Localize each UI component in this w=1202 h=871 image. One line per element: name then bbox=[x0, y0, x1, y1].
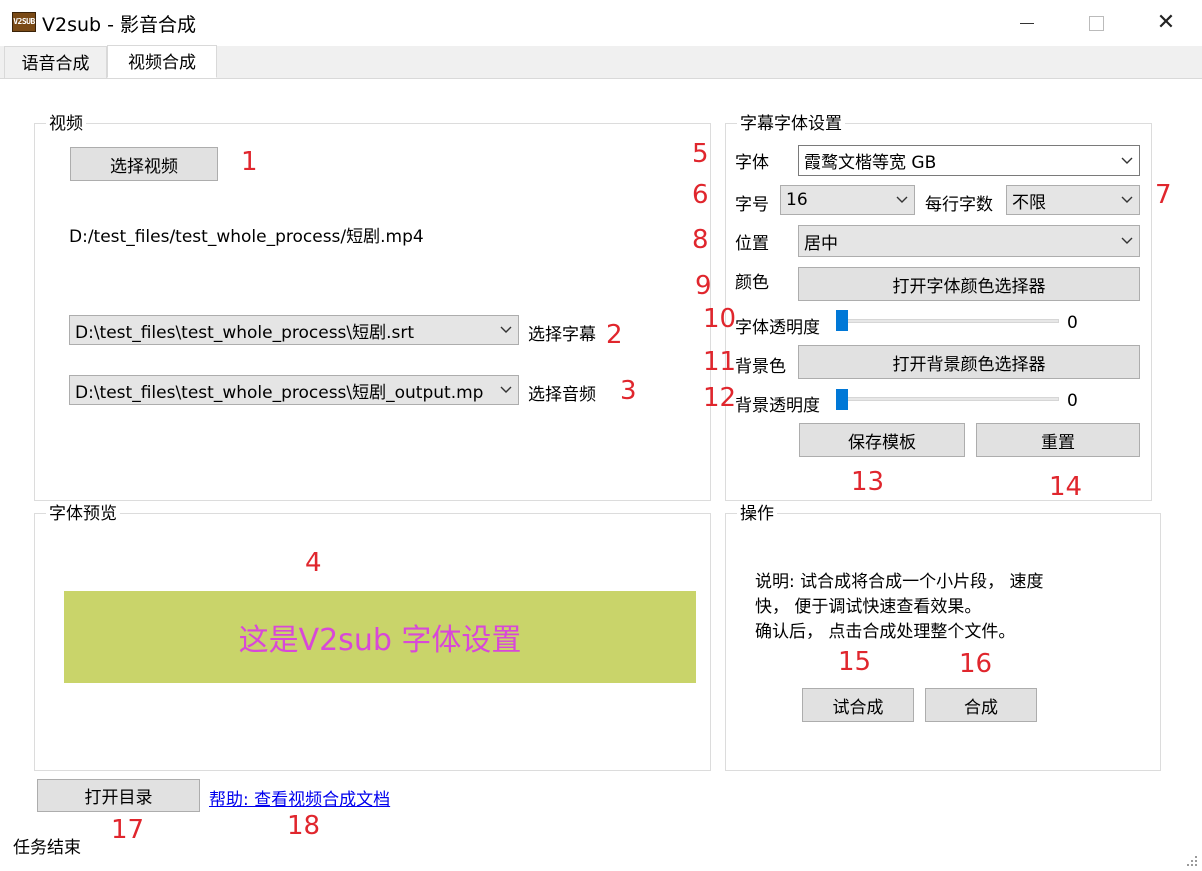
chevron-down-icon bbox=[494, 386, 518, 394]
select-audio-label[interactable]: 选择音频 bbox=[528, 380, 596, 405]
annotation-2: 2 bbox=[606, 320, 623, 350]
annotation-11: 11 bbox=[703, 347, 737, 377]
chevron-down-icon bbox=[494, 326, 518, 334]
font-family-value: 霞鹜文楷等宽 GB bbox=[804, 153, 937, 173]
font-opacity-label: 字体透明度 bbox=[735, 318, 820, 338]
color-label: 颜色 bbox=[735, 273, 769, 293]
tab-video-synthesis[interactable]: 视频合成 bbox=[107, 45, 217, 78]
close-icon: ✕ bbox=[1156, 10, 1176, 35]
bg-opacity-slider-thumb[interactable] bbox=[836, 389, 848, 410]
subtitle-file-select[interactable]: D:\test_files\test_whole_process\短剧.srt bbox=[69, 315, 519, 345]
annotation-12: 12 bbox=[703, 383, 737, 413]
annotation-6: 6 bbox=[692, 180, 709, 210]
app-logo-icon: V2SUB bbox=[12, 12, 36, 32]
annotation-15: 15 bbox=[838, 647, 872, 677]
trial-compose-button[interactable]: 试合成 bbox=[802, 688, 914, 722]
font-size-value: 16 bbox=[786, 190, 808, 210]
font-preview-title: 字体预览 bbox=[46, 505, 120, 523]
bg-opacity-label: 背景透明度 bbox=[735, 396, 820, 416]
annotation-13: 13 bbox=[851, 467, 885, 497]
annotation-16: 16 bbox=[959, 649, 993, 679]
compose-button[interactable]: 合成 bbox=[925, 688, 1037, 722]
video-group-title: 视频 bbox=[46, 115, 86, 133]
bg-opacity-slider-track[interactable] bbox=[836, 397, 1059, 401]
minimize-icon bbox=[1020, 22, 1034, 24]
annotation-10: 10 bbox=[703, 304, 737, 334]
annotation-9: 9 bbox=[695, 271, 712, 301]
chars-per-line-value: 不限 bbox=[1012, 192, 1046, 213]
font-settings-title: 字幕字体设置 bbox=[737, 115, 845, 133]
chars-per-line-select[interactable]: 不限 bbox=[1006, 185, 1140, 215]
chevron-down-icon bbox=[1115, 237, 1139, 245]
help-doc-link[interactable]: 帮助: 查看视频合成文档 bbox=[209, 785, 390, 810]
window-title: V2sub - 影音合成 bbox=[42, 14, 197, 36]
video-path: D:/test_files/test_whole_process/短剧.mp4 bbox=[69, 227, 424, 247]
tab-speech-synthesis[interactable]: 语音合成 bbox=[4, 46, 107, 78]
operations-description: 说明: 试合成将合成一个小片段， 速度 快， 便于调试快速查看效果。 确认后， … bbox=[755, 570, 1044, 645]
annotation-17: 17 bbox=[111, 815, 145, 845]
font-label: 字体 bbox=[735, 153, 769, 173]
font-size-select[interactable]: 16 bbox=[780, 185, 915, 215]
bg-color-picker-button[interactable]: 打开背景颜色选择器 bbox=[798, 345, 1140, 379]
font-color-picker-button[interactable]: 打开字体颜色选择器 bbox=[798, 267, 1140, 301]
chevron-down-icon bbox=[1115, 196, 1139, 204]
operations-title: 操作 bbox=[737, 505, 777, 523]
reset-button[interactable]: 重置 bbox=[976, 423, 1140, 457]
chars-per-line-label: 每行字数 bbox=[925, 195, 993, 215]
font-opacity-slider-thumb[interactable] bbox=[836, 310, 848, 331]
subtitle-file-value: D:\test_files\test_whole_process\短剧.srt bbox=[75, 322, 415, 343]
position-value: 居中 bbox=[804, 233, 838, 254]
maximize-icon bbox=[1088, 15, 1104, 31]
font-size-label: 字号 bbox=[735, 195, 769, 215]
select-video-button[interactable]: 选择视频 bbox=[70, 147, 218, 181]
annotation-14: 14 bbox=[1049, 472, 1083, 502]
bg-color-label: 背景色 bbox=[735, 357, 786, 377]
save-template-button[interactable]: 保存模板 bbox=[799, 423, 965, 457]
description-line: 说明: 试合成将合成一个小片段， 速度 bbox=[755, 572, 1044, 592]
chevron-down-icon bbox=[890, 196, 914, 204]
maximize-button[interactable] bbox=[1061, 0, 1131, 46]
annotation-4: 4 bbox=[305, 548, 322, 578]
chevron-down-icon bbox=[1115, 157, 1139, 165]
position-label: 位置 bbox=[735, 234, 769, 254]
status-text: 任务结束 bbox=[13, 838, 81, 858]
audio-file-value: D:\test_files\test_whole_process\短剧_outp… bbox=[75, 382, 484, 403]
annotation-7: 7 bbox=[1155, 180, 1172, 210]
annotation-3: 3 bbox=[620, 376, 637, 406]
annotation-8: 8 bbox=[692, 225, 709, 255]
annotation-5: 5 bbox=[692, 139, 709, 169]
bg-opacity-value: 0 bbox=[1067, 391, 1078, 411]
font-family-select[interactable]: 霞鹜文楷等宽 GB bbox=[798, 145, 1140, 176]
annotation-18: 18 bbox=[287, 811, 321, 841]
annotation-1: 1 bbox=[241, 147, 258, 177]
resize-grip-icon[interactable] bbox=[1186, 855, 1198, 867]
description-line: 确认后， 点击合成处理整个文件。 bbox=[755, 622, 1016, 642]
font-preview-sample: 这是V2sub 字体设置 bbox=[64, 591, 696, 683]
position-select[interactable]: 居中 bbox=[798, 225, 1140, 257]
close-button[interactable]: ✕ bbox=[1131, 0, 1201, 46]
select-subtitle-label[interactable]: 选择字幕 bbox=[528, 320, 596, 345]
audio-file-select[interactable]: D:\test_files\test_whole_process\短剧_outp… bbox=[69, 375, 519, 405]
font-preview-text: 这是V2sub 字体设置 bbox=[238, 623, 522, 658]
minimize-button[interactable] bbox=[992, 0, 1062, 46]
open-directory-button[interactable]: 打开目录 bbox=[37, 779, 200, 812]
font-opacity-slider-track[interactable] bbox=[836, 319, 1059, 323]
description-line: 快， 便于调试快速查看效果。 bbox=[755, 597, 982, 617]
font-opacity-value: 0 bbox=[1067, 313, 1078, 333]
